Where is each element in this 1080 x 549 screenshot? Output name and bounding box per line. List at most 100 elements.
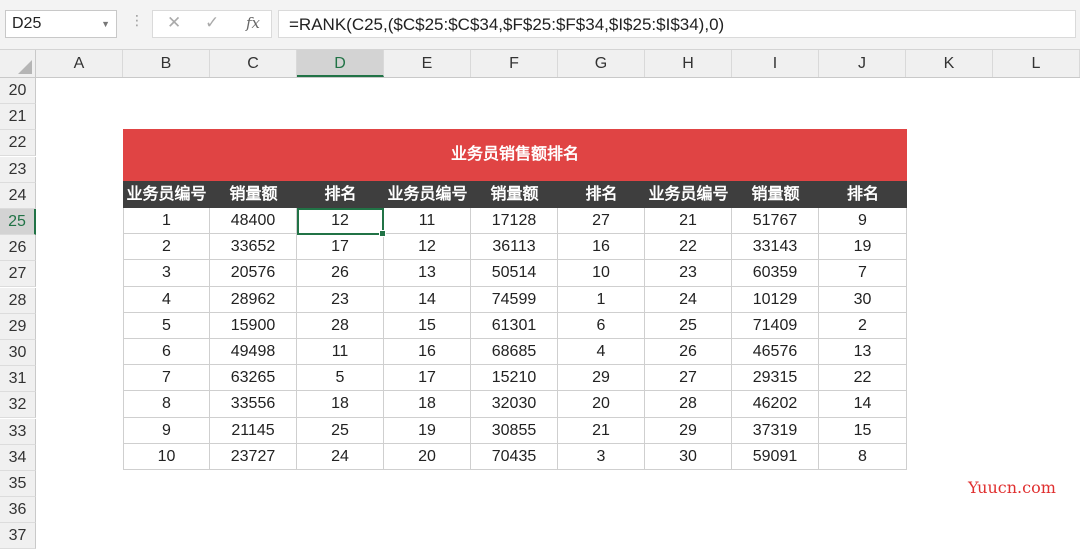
column-header-f[interactable]: F: [471, 50, 558, 77]
row-header-23[interactable]: 23: [0, 156, 36, 183]
table-cell[interactable]: 15: [384, 312, 471, 339]
table-cell[interactable]: 11: [297, 339, 384, 366]
table-cell[interactable]: 15900: [210, 312, 297, 339]
insert-function-icon[interactable]: fx: [246, 14, 260, 32]
cancel-icon[interactable]: ✕: [167, 13, 181, 33]
table-cell[interactable]: 21145: [210, 417, 297, 444]
table-cell[interactable]: 6: [558, 312, 645, 339]
row-header-27[interactable]: 27: [0, 261, 36, 288]
row-header-29[interactable]: 29: [0, 313, 36, 340]
column-header-l[interactable]: L: [993, 50, 1080, 77]
table-cell[interactable]: 7: [123, 365, 210, 392]
table-header-cell[interactable]: 排名: [819, 181, 907, 208]
row-header-33[interactable]: 33: [0, 418, 36, 445]
table-header-cell[interactable]: 排名: [558, 181, 645, 208]
column-header-b[interactable]: B: [123, 50, 210, 77]
table-cell[interactable]: 37319: [732, 417, 819, 444]
formula-input[interactable]: =RANK(C25,($C$25:$C$34,$F$25:$F$34,$I$25…: [278, 10, 1076, 38]
table-cell[interactable]: 16: [384, 339, 471, 366]
table-cell[interactable]: 8: [123, 391, 210, 418]
table-cell[interactable]: 12: [384, 234, 471, 261]
row-header-30[interactable]: 30: [0, 340, 36, 366]
table-cell[interactable]: 71409: [732, 312, 819, 339]
table-header-cell[interactable]: 业务员编号: [645, 181, 732, 208]
table-cell[interactable]: 7: [819, 260, 907, 287]
table-cell[interactable]: 6: [123, 339, 210, 366]
table-header-cell[interactable]: 销量额: [471, 181, 558, 208]
table-cell[interactable]: 18: [384, 391, 471, 418]
table-cell[interactable]: 26: [297, 260, 384, 287]
table-cell[interactable]: 14: [819, 391, 907, 418]
table-cell[interactable]: 20: [384, 443, 471, 470]
table-header-cell[interactable]: 排名: [297, 181, 384, 208]
table-cell[interactable]: 29: [558, 365, 645, 392]
row-header-36[interactable]: 36: [0, 497, 36, 524]
column-header-d[interactable]: D: [297, 50, 384, 77]
table-header-cell[interactable]: 业务员编号: [384, 181, 471, 208]
table-cell[interactable]: 22: [645, 234, 732, 261]
table-cell[interactable]: 51767: [732, 208, 819, 235]
column-header-e[interactable]: E: [384, 50, 471, 77]
column-header-k[interactable]: K: [906, 50, 993, 77]
table-cell[interactable]: 8: [819, 443, 907, 470]
table-cell[interactable]: 46576: [732, 339, 819, 366]
table-cell[interactable]: 61301: [471, 312, 558, 339]
table-cell[interactable]: 30855: [471, 417, 558, 444]
table-cell[interactable]: 1: [558, 286, 645, 313]
table-title[interactable]: 业务员销售额排名: [123, 129, 907, 181]
column-header-g[interactable]: G: [558, 50, 645, 77]
table-cell[interactable]: 9: [123, 417, 210, 444]
table-cell[interactable]: 12: [297, 208, 384, 235]
chevron-down-icon[interactable]: ▼: [101, 11, 110, 37]
table-cell[interactable]: 29: [645, 417, 732, 444]
table-cell[interactable]: 23: [297, 286, 384, 313]
table-cell[interactable]: 9: [819, 208, 907, 235]
table-cell[interactable]: 33143: [732, 234, 819, 261]
table-cell[interactable]: 23727: [210, 443, 297, 470]
table-cell[interactable]: 74599: [471, 286, 558, 313]
table-cell[interactable]: 30: [819, 286, 907, 313]
table-cell[interactable]: 10: [123, 443, 210, 470]
enter-icon[interactable]: ✓: [205, 13, 219, 33]
table-cell[interactable]: 18: [297, 391, 384, 418]
row-header-22[interactable]: 22: [0, 130, 36, 157]
table-cell[interactable]: 19: [819, 234, 907, 261]
table-cell[interactable]: 28962: [210, 286, 297, 313]
table-cell[interactable]: 28: [297, 312, 384, 339]
table-cell[interactable]: 11: [384, 208, 471, 235]
table-cell[interactable]: 60359: [732, 260, 819, 287]
table-cell[interactable]: 13: [384, 260, 471, 287]
table-cell[interactable]: 13: [819, 339, 907, 366]
table-header-cell[interactable]: 销量额: [732, 181, 819, 208]
table-cell[interactable]: 24: [645, 286, 732, 313]
table-cell[interactable]: 19: [384, 417, 471, 444]
table-header-cell[interactable]: 业务员编号: [123, 181, 210, 208]
table-cell[interactable]: 25: [645, 312, 732, 339]
row-header-32[interactable]: 32: [0, 392, 36, 419]
table-cell[interactable]: 33556: [210, 391, 297, 418]
table-cell[interactable]: 2: [819, 312, 907, 339]
row-header-34[interactable]: 34: [0, 444, 36, 471]
table-cell[interactable]: 20576: [210, 260, 297, 287]
table-cell[interactable]: 17: [384, 365, 471, 392]
table-cell[interactable]: 25: [297, 417, 384, 444]
table-cell[interactable]: 21: [558, 417, 645, 444]
name-box[interactable]: D25 ▼: [5, 10, 117, 38]
table-cell[interactable]: 4: [123, 286, 210, 313]
table-cell[interactable]: 50514: [471, 260, 558, 287]
more-vertical-icon[interactable]: ⋮: [130, 12, 144, 29]
row-header-21[interactable]: 21: [0, 104, 36, 131]
column-header-a[interactable]: A: [36, 50, 123, 77]
table-cell[interactable]: 70435: [471, 443, 558, 470]
table-cell[interactable]: 15: [819, 417, 907, 444]
row-header-37[interactable]: 37: [0, 523, 36, 549]
table-cell[interactable]: 14: [384, 286, 471, 313]
row-header-31[interactable]: 31: [0, 366, 36, 393]
table-cell[interactable]: 10: [558, 260, 645, 287]
table-cell[interactable]: 32030: [471, 391, 558, 418]
table-cell[interactable]: 27: [558, 208, 645, 235]
table-cell[interactable]: 20: [558, 391, 645, 418]
table-cell[interactable]: 16: [558, 234, 645, 261]
table-cell[interactable]: 68685: [471, 339, 558, 366]
table-header-cell[interactable]: 销量额: [210, 181, 297, 208]
